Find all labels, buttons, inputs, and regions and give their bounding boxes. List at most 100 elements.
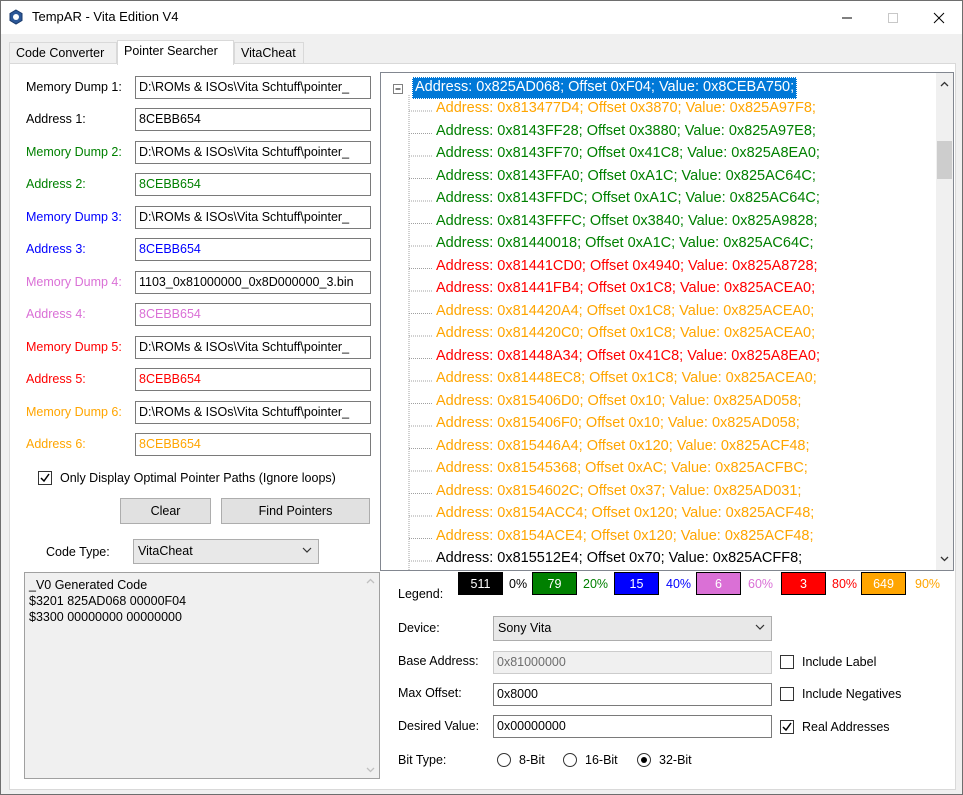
scroll-down-icon: [366, 767, 375, 773]
memory-dump-path-field[interactable]: D:\ROMs & ISOs\Vita Schtuff\pointer_: [135, 141, 371, 164]
memory-dump-path-field[interactable]: D:\ROMs & ISOs\Vita Schtuff\pointer_: [135, 206, 371, 229]
minimize-icon: [842, 17, 852, 18]
bit-type-label: Bit Type:: [398, 753, 447, 767]
code-type-select[interactable]: VitaCheat: [133, 539, 319, 564]
address-label: Address 2:: [26, 177, 86, 191]
memory-dump-label: Memory Dump 2:: [26, 145, 122, 159]
tree-node[interactable]: Address: 0x8154ACC4; Offset 0x120; Value…: [436, 505, 814, 527]
include-label-checkbox[interactable]: [780, 655, 794, 669]
memory-dump-label: Memory Dump 1:: [26, 80, 122, 94]
address-label: Address 1:: [26, 112, 86, 126]
address-field[interactable]: 8CEBB654: [135, 238, 371, 261]
clear-button[interactable]: Clear: [120, 498, 211, 524]
legend-label: Legend:: [398, 587, 444, 601]
real-addresses-text: Real Addresses: [802, 720, 890, 734]
legend-percent: 90%: [915, 577, 941, 591]
close-icon: [933, 12, 945, 23]
check-icon: [782, 722, 792, 732]
legend-percent: 40%: [666, 577, 692, 591]
tree-node[interactable]: Address: 0x8143FFFC; Offset 0x3840; Valu…: [436, 213, 818, 235]
tree-node[interactable]: Address: 0x8154ACE4; Offset 0x120; Value…: [436, 528, 814, 550]
code-line: $3201 825AD068 00000F04: [29, 594, 187, 608]
code-line: _V0 Generated Code: [29, 578, 148, 592]
check-icon: [40, 473, 50, 483]
base-address-field: 0x81000000: [493, 651, 772, 674]
maximize-icon: [888, 12, 898, 23]
max-offset-field[interactable]: 0x8000: [493, 683, 772, 706]
real-addresses-checkbox[interactable]: [780, 720, 794, 734]
tree-node[interactable]: Address: 0x81545368; Offset 0xAC; Value:…: [436, 460, 808, 482]
tree-node[interactable]: Address: 0x815446A4; Offset 0x120; Value…: [436, 438, 809, 460]
app-window: TempAR - Vita Edition V4 Code Converter …: [0, 0, 963, 795]
address-field[interactable]: 8CEBB654: [135, 303, 371, 326]
code-type-label: Code Type:: [46, 545, 110, 559]
tree-node[interactable]: Address: 0x8143FF28; Offset 0x3880; Valu…: [436, 123, 816, 145]
memory-dump-path-field[interactable]: 1103_0x81000000_0x8D000000_3.bin: [135, 271, 371, 294]
legend-percent: 20%: [583, 577, 609, 591]
tab-pointer-searcher[interactable]: Pointer Searcher: [117, 40, 234, 65]
tree-node[interactable]: Address: 0x8143FFA0; Offset 0xA1C; Value…: [436, 168, 816, 190]
bit-8-radio[interactable]: [497, 753, 511, 767]
scroll-thumb[interactable]: [937, 141, 952, 179]
tree-node[interactable]: Address: 0x81441CD0; Offset 0x4940; Valu…: [436, 258, 818, 280]
device-select[interactable]: Sony Vita: [493, 616, 772, 641]
legend-swatch: 3: [781, 572, 826, 595]
max-offset-label: Max Offset:: [398, 686, 462, 700]
tree-node[interactable]: Address: 0x815406F0; Offset 0x10; Value:…: [436, 415, 800, 437]
title-bar[interactable]: TempAR - Vita Edition V4: [1, 1, 962, 34]
legend-swatch: 511: [458, 572, 503, 595]
address-label: Address 5:: [26, 372, 86, 386]
generated-code-box[interactable]: _V0 Generated Code $3201 825AD068 00000F…: [24, 572, 380, 779]
optimal-paths-checkbox[interactable]: [38, 471, 52, 485]
device-value: Sony Vita: [498, 621, 552, 635]
device-label: Device:: [398, 621, 440, 635]
tree-node[interactable]: Address: 0x8143FF70; Offset 0x41C8; Valu…: [436, 145, 820, 167]
code-line: $3300 00000000 00000000: [29, 610, 182, 624]
tree-root-node[interactable]: Address: 0x825AD068; Offset 0xF04; Value…: [412, 77, 798, 99]
memory-dump-path-field[interactable]: D:\ROMs & ISOs\Vita Schtuff\pointer_: [135, 76, 371, 99]
desired-value-label: Desired Value:: [398, 719, 480, 733]
legend-swatch: 6: [696, 572, 741, 595]
pointer-tree[interactable]: Address: 0x825AD068; Offset 0xF04; Value…: [380, 72, 954, 571]
chevron-down-icon: [755, 624, 765, 630]
tree-node[interactable]: Address: 0x814420C0; Offset 0x1C8; Value…: [436, 325, 815, 347]
tree-node[interactable]: Address: 0x81440018; Offset 0xA1C; Value…: [436, 235, 814, 257]
memory-dump-label: Memory Dump 6:: [26, 405, 122, 419]
tree-node[interactable]: Address: 0x815406D0; Offset 0x10; Value:…: [436, 393, 801, 415]
tree-node[interactable]: Address: 0x81448EC8; Offset 0x1C8; Value…: [436, 370, 817, 392]
include-negatives-checkbox[interactable]: [780, 687, 794, 701]
legend-percent: 60%: [748, 577, 774, 591]
close-button[interactable]: [916, 1, 962, 34]
bit-32-radio[interactable]: [637, 753, 651, 767]
scroll-down-icon: [940, 556, 949, 562]
tab-vitacheat[interactable]: VitaCheat: [234, 42, 304, 64]
tree-node[interactable]: Address: 0x813477D4; Offset 0x3870; Valu…: [436, 100, 816, 122]
tree-scrollbar[interactable]: [936, 73, 953, 570]
bit-32-label: 32-Bit: [659, 753, 692, 767]
address-field[interactable]: 8CEBB654: [135, 368, 371, 391]
code-scrollbar[interactable]: [362, 573, 379, 778]
bit-16-radio[interactable]: [563, 753, 577, 767]
address-label: Address 4:: [26, 307, 86, 321]
desired-value-field[interactable]: 0x00000000: [493, 715, 772, 738]
scroll-up-icon: [366, 578, 375, 584]
tree-node[interactable]: Address: 0x81441FB4; Offset 0x1C8; Value…: [436, 280, 815, 302]
include-label-text: Include Label: [802, 655, 877, 669]
memory-dump-path-field[interactable]: D:\ROMs & ISOs\Vita Schtuff\pointer_: [135, 401, 371, 424]
tree-node[interactable]: Address: 0x8154602C; Offset 0x37; Value:…: [436, 483, 801, 505]
address-field[interactable]: 8CEBB654: [135, 108, 371, 131]
find-pointers-button[interactable]: Find Pointers: [221, 498, 370, 524]
address-field[interactable]: 8CEBB654: [135, 173, 371, 196]
tree-node[interactable]: Address: 0x814420A4; Offset 0x1C8; Value…: [436, 303, 814, 325]
scroll-up-icon: [940, 81, 949, 87]
tree-node[interactable]: Address: 0x8143FFDC; Offset 0xA1C; Value…: [436, 190, 820, 212]
tree-node[interactable]: Address: 0x815512E4; Offset 0x70; Value:…: [436, 550, 802, 570]
address-field[interactable]: 8CEBB654: [135, 433, 371, 456]
tab-code-converter[interactable]: Code Converter: [9, 42, 117, 64]
tree-node[interactable]: Address: 0x81448A34; Offset 0x41C8; Valu…: [436, 348, 820, 370]
code-type-value: VitaCheat: [138, 544, 193, 558]
memory-dump-label: Memory Dump 4:: [26, 275, 122, 289]
memory-dump-path-field[interactable]: D:\ROMs & ISOs\Vita Schtuff\pointer_: [135, 336, 371, 359]
minimize-button[interactable]: [824, 1, 870, 34]
bit-8-label: 8-Bit: [519, 753, 545, 767]
